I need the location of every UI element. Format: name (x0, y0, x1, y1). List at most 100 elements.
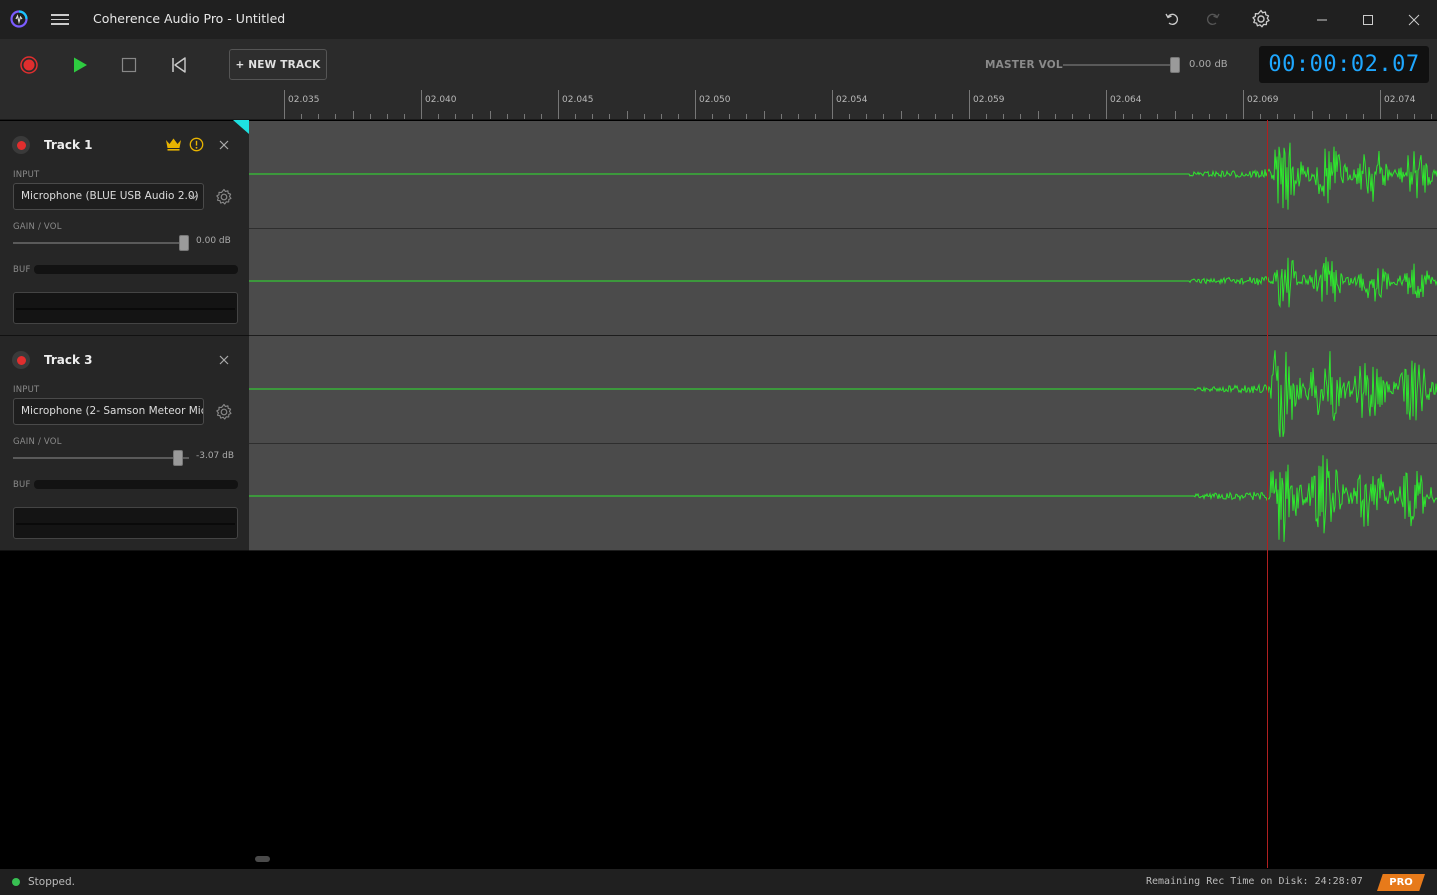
waveform-channel (249, 142, 1437, 210)
close-window-button[interactable] (1391, 0, 1437, 39)
input-label: INPUT (13, 170, 40, 180)
warning-icon[interactable] (189, 137, 204, 152)
ruler-minor-tick (1414, 114, 1416, 119)
ruler-minor-tick (335, 114, 337, 119)
redo-icon[interactable] (1203, 9, 1223, 29)
ruler-major-tick (832, 90, 833, 119)
input-label: INPUT (13, 385, 40, 395)
gain-value: -3.07 dB (196, 451, 235, 461)
ruler-minor-tick (506, 114, 508, 119)
ruler-label: 02.050 (699, 95, 731, 105)
buffer-bar (34, 265, 238, 274)
track-arm-record-button[interactable] (12, 351, 30, 369)
ruler-major-tick (969, 90, 970, 119)
ruler-minor-tick (1088, 114, 1090, 119)
track-3-waveform[interactable] (249, 336, 1437, 551)
buffer-label: BUF (13, 480, 31, 490)
ruler-label: 02.069 (1247, 95, 1279, 105)
input-settings-gear-icon[interactable] (214, 187, 234, 207)
master-volume-label: MASTER VOL (985, 59, 1063, 71)
ruler-minor-tick (352, 111, 354, 119)
remove-track-icon[interactable] (217, 138, 231, 152)
ruler-minor-tick (712, 114, 714, 119)
settings-gear-icon[interactable] (1251, 9, 1271, 29)
ruler-minor-tick (523, 114, 525, 119)
input-settings-gear-icon[interactable] (214, 402, 234, 422)
ruler-minor-tick (472, 114, 474, 119)
pro-badge[interactable]: PRO (1377, 874, 1425, 891)
waveform-graphic (249, 142, 1437, 308)
ruler-minor-tick (455, 114, 457, 119)
buffer-label: BUF (13, 265, 31, 275)
gain-slider-thumb[interactable] (179, 235, 189, 251)
maximize-button[interactable] (1345, 0, 1391, 39)
ruler-minor-tick (1345, 114, 1347, 119)
ruler-minor-tick (1140, 114, 1142, 119)
ruler-label: 02.059 (973, 95, 1005, 105)
new-track-button[interactable]: + NEW TRACK (229, 49, 327, 80)
ruler-minor-tick (900, 111, 902, 119)
ruler-minor-tick (951, 114, 953, 119)
track-panel-3: Track 3 INPUT Microphone (2- Samson Mete… (0, 336, 249, 551)
ruler-label: 02.054 (836, 95, 868, 105)
status-indicator (12, 878, 20, 886)
record-button[interactable] (16, 52, 42, 78)
ruler-minor-tick (540, 114, 542, 119)
ruler-minor-tick (917, 114, 919, 119)
status-text: Stopped. (28, 876, 75, 888)
ruler-major-tick (1243, 90, 1244, 119)
gain-slider[interactable] (13, 242, 189, 244)
ruler-minor-tick (1208, 114, 1210, 119)
master-volume-thumb[interactable] (1170, 57, 1180, 73)
gain-slider-thumb[interactable] (173, 450, 183, 466)
ruler-major-tick (695, 90, 696, 119)
ruler-minor-tick (1157, 114, 1159, 119)
minimize-button[interactable] (1299, 0, 1345, 39)
buffer-bar (34, 480, 238, 489)
track-name[interactable]: Track 1 (44, 138, 93, 152)
master-volume-value: 0.00 dB (1189, 59, 1228, 70)
track-arm-record-button[interactable] (12, 136, 30, 154)
ruler-minor-tick (1037, 111, 1039, 119)
play-button[interactable] (67, 52, 93, 78)
stop-button[interactable] (116, 52, 142, 78)
ruler-minor-tick (1071, 114, 1073, 119)
timeline-ruler[interactable]: 02.035 02.040 02.045 02.050 02.054 02.059 02.0… (0, 90, 1437, 120)
ruler-label: 02.040 (425, 95, 457, 105)
playhead[interactable] (1267, 120, 1268, 868)
input-device-value: Microphone (BLUE USB Audio 2.0) (21, 190, 199, 202)
ruler-minor-tick (575, 114, 577, 119)
ruler-minor-tick (592, 114, 594, 119)
waveform-graphic (249, 350, 1437, 542)
ruler-major-tick (421, 90, 422, 119)
ruler-minor-tick (1003, 114, 1005, 119)
ruler-major-tick (1106, 90, 1107, 119)
level-meter (13, 292, 238, 324)
gain-slider[interactable] (13, 457, 189, 459)
level-meter (13, 507, 238, 539)
input-device-select[interactable]: Microphone (2- Samson Meteor Mic) (13, 398, 204, 425)
ruler-minor-tick (849, 114, 851, 119)
ruler-minor-tick (1294, 114, 1296, 119)
ruler-minor-tick (797, 114, 799, 119)
gain-label: GAIN / VOL (13, 222, 62, 232)
track-1-waveform[interactable] (249, 121, 1437, 336)
remaining-rec-time: Remaining Rec Time on Disk: 24:28:07 (1146, 876, 1363, 887)
ruler-minor-tick (403, 114, 405, 119)
ruler-minor-tick (1277, 114, 1279, 119)
input-device-select[interactable]: Microphone (BLUE USB Audio 2.0) (13, 183, 204, 210)
undo-icon[interactable] (1162, 9, 1182, 29)
loop-marker[interactable] (233, 120, 249, 134)
master-volume-slider[interactable] (1063, 64, 1179, 66)
horizontal-scroll-handle[interactable] (255, 856, 270, 862)
ruler-minor-tick (866, 114, 868, 119)
remove-track-icon[interactable] (217, 353, 231, 367)
track-name[interactable]: Track 3 (44, 353, 93, 367)
ruler-minor-tick (1260, 114, 1262, 119)
ruler-major-tick (558, 90, 559, 119)
ruler-minor-tick (1123, 114, 1125, 119)
skip-to-start-button[interactable] (166, 52, 192, 78)
ruler-minor-tick (369, 114, 371, 119)
ruler-label: 02.045 (562, 95, 594, 105)
menu-icon[interactable] (51, 11, 69, 27)
